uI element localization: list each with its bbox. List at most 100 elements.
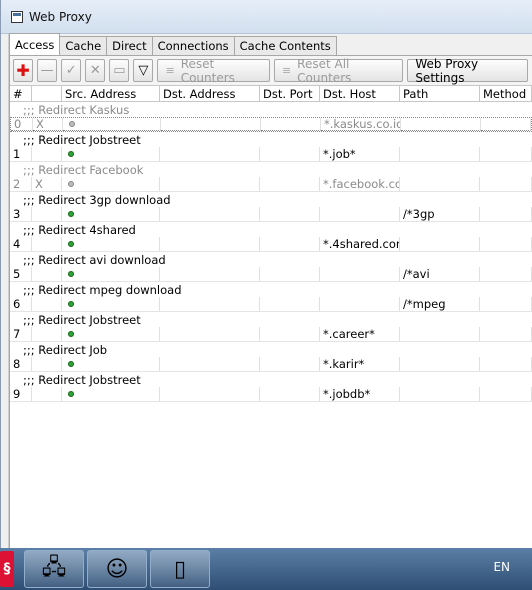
column-header-number[interactable]: # (10, 86, 32, 101)
table-row[interactable]: 7 *.career* (10, 327, 532, 342)
rule-flag (32, 207, 62, 221)
rule-path: /*mpeg (400, 297, 480, 311)
column-header-dst-host[interactable]: Dst. Host (320, 86, 400, 101)
table-row[interactable]: 9 *.jobdb* (10, 387, 532, 402)
check-icon: ✓ (65, 63, 77, 78)
reset-counters-button[interactable]: ≡ Reset Counters (157, 57, 270, 85)
rule-flag (32, 147, 62, 161)
status-dot-icon (68, 331, 74, 337)
tab-direct[interactable]: Direct (106, 36, 153, 55)
rule-comment[interactable]: ;;; Redirect 3gp download (10, 192, 532, 207)
table-row[interactable]: 0 X *.kaskus.co.id (10, 117, 532, 132)
rule-path (401, 118, 481, 131)
rule-method (480, 327, 532, 341)
rule-dst-address (160, 207, 260, 221)
column-header-src-address[interactable]: Src. Address (62, 86, 160, 101)
rule-dst-address (161, 118, 261, 131)
rule-dst-port (260, 297, 320, 311)
rule-comment[interactable]: ;;; Redirect Jobstreet (10, 372, 532, 387)
rule-comment[interactable]: ;;; Redirect Jobstreet (10, 312, 532, 327)
rule-dst-host: *.karir* (320, 357, 400, 371)
comment-button[interactable]: ▭ (109, 59, 130, 82)
rule-dst-port (260, 177, 320, 191)
column-header-dst-port[interactable]: Dst. Port (260, 86, 320, 101)
rule-method (480, 147, 532, 161)
rule-dst-host (320, 297, 400, 311)
taskbar-book-app[interactable]: ▯ (150, 550, 210, 588)
rule-dst-host: *.job* (320, 147, 400, 161)
rule-path: /*3gp (400, 207, 480, 221)
rule-comment[interactable]: ;;; Redirect 4shared (10, 222, 532, 237)
title-bar[interactable]: Web Proxy (1, 0, 532, 34)
tab-connections[interactable]: Connections (151, 36, 235, 55)
table-row[interactable]: 5 /*avi (10, 267, 532, 282)
rule-flag (32, 387, 62, 401)
add-button[interactable]: ✚ (13, 59, 34, 82)
rule-method (480, 207, 532, 221)
status-dot-icon (68, 391, 74, 397)
column-header-dst-address[interactable]: Dst. Address (160, 86, 260, 101)
rule-dst-address (160, 327, 260, 341)
tab-cache[interactable]: Cache (59, 36, 108, 55)
remove-button[interactable]: — (37, 59, 58, 82)
rule-path: /*avi (400, 267, 480, 281)
table-row[interactable]: 8 *.karir* (10, 357, 532, 372)
taskbar: § 🖧 ☺ ▯ EN (0, 548, 532, 590)
rule-src-address (62, 147, 160, 161)
rule-comment[interactable]: ;;; Redirect Facebook (10, 162, 532, 177)
table-row[interactable]: 1 *.job* (10, 147, 532, 162)
rule-src-address (63, 118, 161, 131)
rule-comment[interactable]: ;;; Redirect Jobstreet (10, 132, 532, 147)
plus-icon: ✚ (16, 61, 30, 80)
rule-flag (32, 237, 62, 251)
rule-path (400, 357, 480, 371)
filter-icon: ▽ (138, 63, 149, 78)
enable-button[interactable]: ✓ (61, 59, 82, 82)
column-header-path[interactable]: Path (400, 86, 480, 101)
column-header-method[interactable]: Method (480, 86, 532, 101)
taskbar-network-app[interactable]: 🖧 (24, 550, 84, 588)
rule-comment[interactable]: ;;; Redirect avi download (10, 252, 532, 267)
rule-number: 3 (10, 207, 32, 221)
window-title: Web Proxy (29, 9, 92, 24)
rule-number: 1 (10, 147, 32, 161)
rule-flag (32, 357, 62, 371)
column-header-flags[interactable] (32, 86, 62, 101)
rule-comment[interactable]: ;;; Redirect mpeg download (10, 282, 532, 297)
rule-method (480, 237, 532, 251)
rule-comment[interactable]: ;;; Redirect Kaskus (10, 102, 532, 117)
tab-cache-contents[interactable]: Cache Contents (233, 36, 337, 55)
status-dot-icon (68, 151, 74, 157)
status-dot-icon (68, 271, 74, 277)
comment-icon: ▭ (113, 63, 126, 78)
rule-dst-host: *.career* (320, 327, 400, 341)
rule-dst-port (261, 118, 321, 131)
rule-dst-host (320, 207, 400, 221)
table-row[interactable]: 4 *.4shared.com (10, 237, 532, 252)
rule-dst-port (260, 207, 320, 221)
language-indicator[interactable]: EN (493, 560, 510, 574)
rule-dst-address (160, 177, 260, 191)
rule-method (480, 357, 532, 371)
rule-dst-host: *.4shared.com (320, 237, 400, 251)
table-row[interactable]: 2 X *.facebook.com (10, 177, 532, 192)
table-row[interactable]: 6 /*mpeg (10, 297, 532, 312)
tab-access[interactable]: Access (9, 33, 61, 55)
taskbar-messenger-app[interactable]: ☺ (87, 550, 147, 588)
rule-dst-host: *.jobdb* (320, 387, 400, 401)
disable-button[interactable]: ✕ (85, 59, 106, 82)
rule-number: 9 (10, 387, 32, 401)
rule-dst-address (160, 147, 260, 161)
rule-number: 2 (10, 177, 32, 191)
table-row[interactable]: 3 /*3gp (10, 207, 532, 222)
rule-comment[interactable]: ;;; Redirect Job (10, 342, 532, 357)
rule-flag (32, 327, 62, 341)
web-proxy-settings-button[interactable]: Web Proxy Settings (407, 57, 529, 85)
rule-dst-port (260, 237, 320, 251)
taskbar-app-icon[interactable]: § (0, 551, 14, 587)
rule-flag: X (32, 177, 62, 191)
rule-dst-address (160, 357, 260, 371)
filter-button[interactable]: ▽ (133, 59, 154, 82)
tab-bar: Access Cache Direct Connections Cache Co… (9, 33, 532, 55)
reset-all-counters-button[interactable]: ≡ Reset All Counters (273, 57, 404, 85)
